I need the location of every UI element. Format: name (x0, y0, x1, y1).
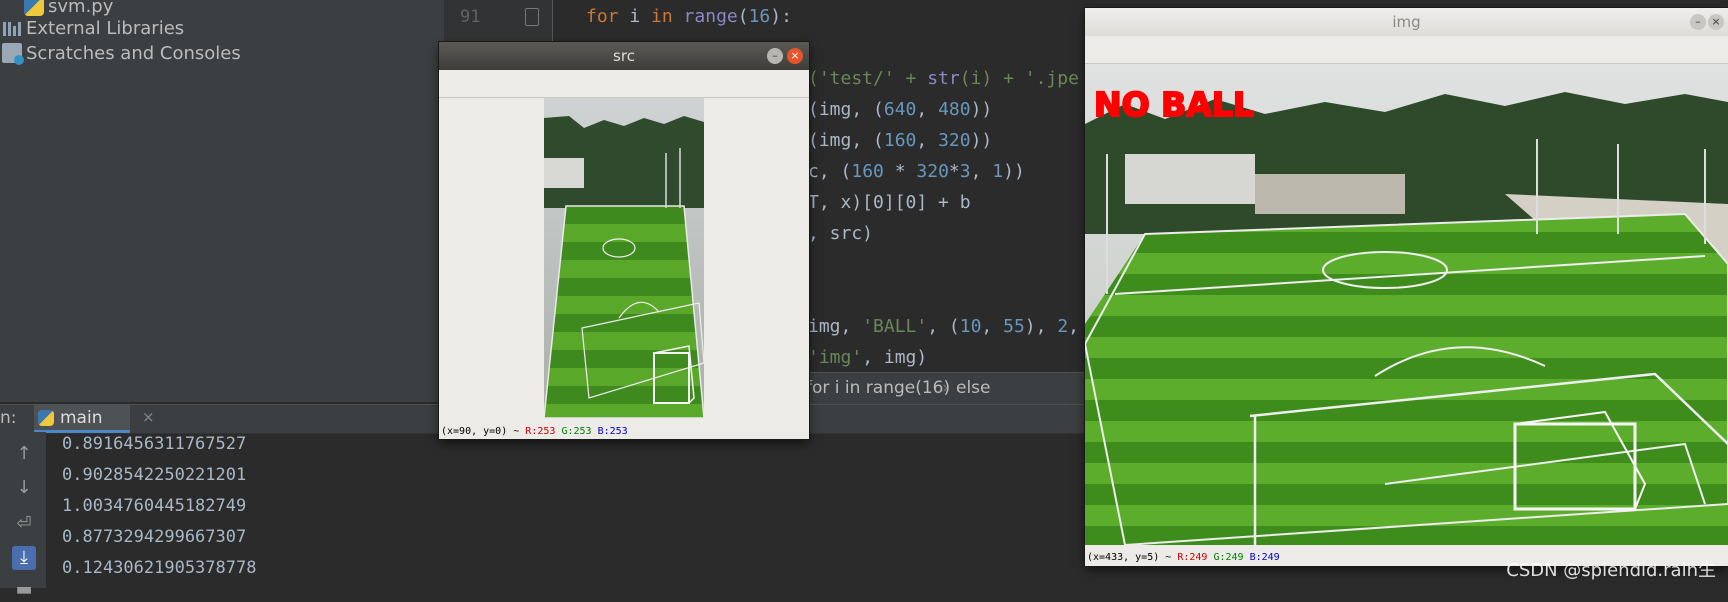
window-toolbar (1085, 36, 1728, 64)
status-bar: (x=433, y=5) ~ R:249 G:249 B:249 (1087, 552, 1280, 563)
line-number: 91 (460, 7, 481, 27)
code-line: for i in range(16): (586, 6, 792, 27)
console-output-line: 1.0034760445182749 (62, 496, 247, 516)
code-line: T, x)[0][0] + b (808, 192, 971, 213)
code-line: img, 'BALL', (10, 55), 2, (808, 316, 1079, 337)
scroll-to-end-icon[interactable]: ⤓ (12, 546, 36, 570)
arrow-up-icon[interactable]: ↑ (12, 442, 36, 466)
console-output-line: 0.9028542250221201 (62, 465, 247, 485)
window-title[interactable]: img (1085, 8, 1728, 36)
minimize-icon[interactable]: – (767, 48, 783, 64)
fold-marker-icon[interactable] (525, 8, 539, 26)
close-icon[interactable]: × (142, 408, 155, 426)
console-output-line: 0.12430621905378778 (62, 558, 257, 578)
tree-item-scratches[interactable]: Scratches and Consoles (2, 41, 241, 65)
console-output-line: 0.8773294299667307 (62, 527, 247, 547)
window-toolbar (439, 70, 809, 98)
img-window[interactable]: img – × NO BALL (x=433, y=5) ~ R:249 G:2… (1085, 8, 1728, 566)
soft-wrap-icon[interactable]: ⏎ (12, 512, 36, 536)
tree-item-label: External Libraries (26, 17, 185, 39)
close-icon[interactable]: × (787, 48, 803, 64)
breadcrumb-item[interactable]: else (956, 378, 991, 398)
src-window[interactable]: src – × (x=90, y=0) ~ R:253 G:253 B:253 (439, 42, 809, 439)
code-line: 'img', img) (808, 347, 928, 368)
arrow-down-icon[interactable]: ↓ (12, 476, 36, 500)
tree-item-external-libraries[interactable]: External Libraries (2, 16, 184, 40)
tree-item-label: Scratches and Consoles (26, 42, 241, 64)
console-output-line: 0.8916456311767527 (62, 434, 247, 454)
breadcrumb-separator: › (942, 378, 949, 398)
tab-label: main (60, 408, 103, 428)
breadcrumb-item[interactable]: for i in range(16) (806, 378, 950, 398)
minimize-icon[interactable]: – (1690, 14, 1706, 30)
code-line: (img, (160, 320)) (808, 130, 993, 151)
code-line: c, (160 * 320*3, 1)) (808, 161, 1025, 182)
code-line: (img, (640, 480)) (808, 99, 993, 120)
code-line: ('test/' + str(i) + '.jpe (808, 68, 1079, 89)
python-icon (38, 410, 54, 426)
python-file-icon (24, 0, 44, 16)
tree-item-label: svm.py (48, 0, 114, 17)
src-image (544, 98, 704, 418)
run-tab-main[interactable]: main × (34, 404, 155, 433)
img-image: NO BALL (1085, 64, 1728, 545)
overlay-text: NO BALL (1094, 85, 1254, 124)
library-icon (2, 18, 22, 38)
close-icon[interactable]: × (1708, 14, 1724, 30)
scratches-icon (2, 43, 24, 65)
print-icon[interactable]: ▬ (12, 578, 36, 602)
window-title[interactable]: src (439, 42, 809, 70)
code-line: , src) (808, 223, 874, 244)
watermark: CSDN @splendid.rain生 (1506, 560, 1716, 581)
run-label: n: (0, 408, 17, 428)
status-bar: (x=90, y=0) ~ R:253 G:253 B:253 (441, 426, 628, 437)
